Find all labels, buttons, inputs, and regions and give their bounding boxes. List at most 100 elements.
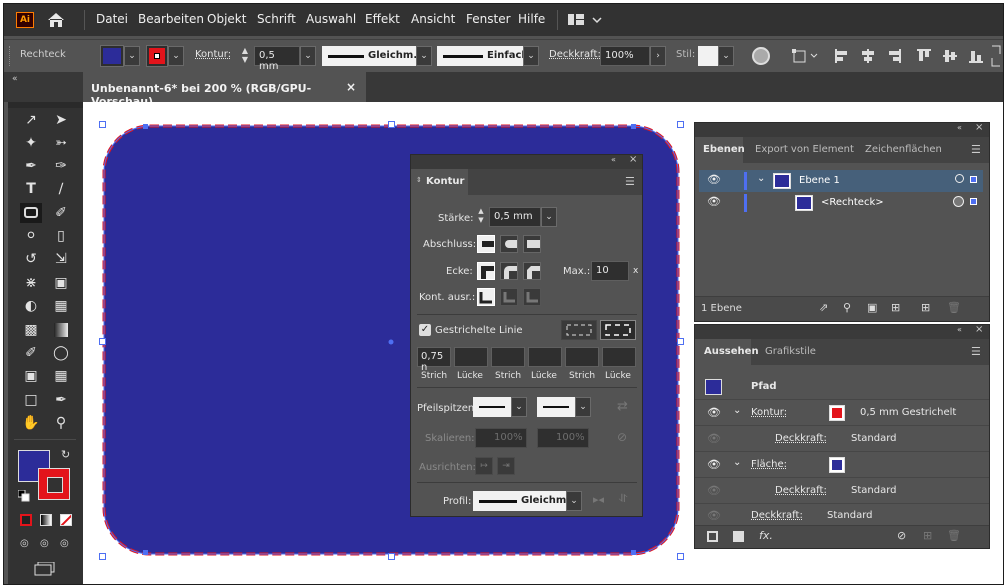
- menu-bearbeiten[interactable]: Bearbeiten: [138, 12, 204, 26]
- opacity-label[interactable]: Deckkraft:: [549, 49, 601, 60]
- fill-attribute-swatch[interactable]: [829, 457, 845, 473]
- tab-graphic-styles-label[interactable]: Grafikstile: [765, 346, 816, 357]
- corner-widget[interactable]: [143, 550, 148, 555]
- align-left-icon[interactable]: [834, 48, 850, 64]
- artboard-tool-icon[interactable]: □: [20, 390, 42, 410]
- menu-fenster[interactable]: Fenster: [466, 12, 511, 26]
- weight-stepper-icon[interactable]: ▲ ▼: [475, 207, 487, 227]
- close-panel-icon[interactable]: ×: [975, 324, 983, 335]
- selection-indicator[interactable]: [970, 198, 977, 205]
- pen-tool-icon[interactable]: ✒: [20, 156, 42, 176]
- miter-limit-field[interactable]: 10: [591, 261, 629, 281]
- arrowhead-start-dropdown[interactable]: ⌄: [511, 397, 527, 417]
- eyedropper-tool-icon[interactable]: ✐: [20, 343, 42, 363]
- dash-exact-icon[interactable]: [561, 320, 597, 340]
- collapse-toolbar-icon[interactable]: «: [12, 74, 18, 84]
- recolor-icon[interactable]: [752, 47, 770, 65]
- selection-indicator[interactable]: [970, 176, 977, 183]
- visibility-eye-icon[interactable]: 👁: [707, 195, 721, 208]
- stroke-attribute-value[interactable]: 0,5 mm Gestrichelt: [860, 407, 956, 418]
- add-stroke-icon[interactable]: [707, 531, 718, 542]
- gap-3-field[interactable]: [602, 347, 636, 367]
- expand-chevron-icon[interactable]: ⌄: [733, 405, 741, 416]
- menu-effekt[interactable]: Effekt: [365, 12, 400, 26]
- document-tab[interactable]: Unbenannt-6* bei 200 % (RGB/GPU-Vorschau…: [83, 72, 366, 108]
- bbox-handle-tc[interactable]: [388, 121, 395, 128]
- expand-chevron-icon[interactable]: ⌄: [733, 457, 741, 468]
- selection-tool-icon[interactable]: ↗: [20, 110, 42, 130]
- tab-export-label[interactable]: Export von Element: [755, 144, 854, 155]
- align-center-icon[interactable]: [477, 288, 495, 306]
- layer-row[interactable]: 👁 ⌄ Ebene 1: [699, 170, 983, 192]
- target-filled-icon[interactable]: [953, 196, 964, 207]
- align-inside-icon[interactable]: [500, 288, 518, 306]
- stroke-opacity-row[interactable]: 👁 Deckkraft: Standard: [695, 427, 989, 452]
- bbox-handle-tr[interactable]: [677, 121, 684, 128]
- stroke-dropdown[interactable]: ⌄: [168, 46, 184, 66]
- arrow-tip-at-end-icon[interactable]: ⇥: [497, 457, 515, 475]
- curvature-tool-icon[interactable]: ✑: [50, 156, 72, 176]
- style-dropdown[interactable]: ⌄: [718, 46, 734, 66]
- menu-datei[interactable]: Datei: [96, 12, 128, 26]
- dash-2-field[interactable]: [491, 347, 525, 367]
- bevel-join-icon[interactable]: [523, 262, 541, 280]
- fill-dropdown[interactable]: ⌄: [124, 46, 140, 66]
- dash-1-field[interactable]: 0,75 n: [417, 347, 451, 373]
- workspace-switcher-icon[interactable]: [567, 12, 603, 28]
- profile-select[interactable]: Gleichm.: [322, 46, 417, 66]
- more-options-icon[interactable]: [990, 44, 1002, 68]
- tab-ebenen[interactable]: Ebenen: [695, 137, 745, 163]
- weight-dropdown[interactable]: ⌄: [300, 46, 316, 66]
- eraser-tool-icon[interactable]: ▯: [50, 226, 72, 246]
- miter-join-icon[interactable]: [477, 262, 495, 280]
- align-outside-icon[interactable]: [523, 288, 541, 306]
- visibility-eye-icon[interactable]: 👁: [707, 484, 721, 497]
- round-cap-icon[interactable]: [500, 235, 518, 253]
- new-layer-icon[interactable]: ⊞: [921, 301, 930, 314]
- shape-builder-tool-icon[interactable]: ◐: [20, 296, 42, 316]
- draw-normal-icon[interactable]: ◎: [20, 538, 29, 549]
- close-tab-icon[interactable]: ×: [346, 80, 356, 94]
- dash-align-corners-icon[interactable]: [600, 320, 636, 340]
- align-hcenter-icon[interactable]: [860, 48, 876, 64]
- bbox-handle-bl[interactable]: [99, 553, 106, 560]
- perspective-grid-tool-icon[interactable]: ▦: [50, 296, 72, 316]
- visibility-eye-icon[interactable]: 👁: [707, 509, 721, 522]
- magic-wand-tool-icon[interactable]: ✦: [20, 133, 42, 153]
- default-colors-icon[interactable]: [17, 489, 30, 502]
- clipping-mask-icon[interactable]: ▣: [867, 301, 877, 314]
- shaper-tool-icon[interactable]: ⚪: [20, 226, 42, 246]
- fill-swatch-button[interactable]: [100, 45, 124, 67]
- align-right-icon[interactable]: [886, 48, 902, 64]
- screen-mode-icon[interactable]: [34, 561, 56, 576]
- fill-opacity-row[interactable]: 👁 Deckkraft: Standard: [695, 479, 989, 504]
- brush-select[interactable]: Einfach: [437, 46, 529, 66]
- collapse-panel-icon[interactable]: «: [611, 155, 616, 164]
- clear-appearance-icon[interactable]: ⊘: [897, 529, 906, 542]
- hand-tool-icon[interactable]: ✋: [20, 413, 42, 433]
- kontur-label[interactable]: Kontur:: [195, 49, 231, 60]
- expand-chevron-icon[interactable]: ⌄: [757, 173, 765, 184]
- close-panel-icon[interactable]: ×: [629, 154, 637, 165]
- dashed-line-checkbox[interactable]: ✓: [419, 324, 431, 336]
- gap-1-field[interactable]: [454, 347, 488, 367]
- panel-menu-icon[interactable]: ☰: [971, 345, 981, 358]
- sublayer-row[interactable]: 👁 <Rechteck>: [699, 192, 983, 214]
- global-opacity-label[interactable]: Deckkraft:: [751, 510, 803, 521]
- menu-hilfe[interactable]: Hilfe: [518, 12, 545, 26]
- scale-start-field[interactable]: 100%: [475, 428, 527, 448]
- weight-stepper-icon[interactable]: ▲ ▼: [239, 46, 251, 66]
- align-vcenter-icon[interactable]: [942, 48, 958, 64]
- arrowhead-end-dropdown[interactable]: ⌄: [575, 397, 591, 417]
- paintbrush-tool-icon[interactable]: ✐: [50, 203, 72, 223]
- line-tool-icon[interactable]: ∕: [50, 179, 72, 199]
- corner-widget[interactable]: [631, 124, 636, 129]
- dash-3-field[interactable]: [565, 347, 599, 367]
- flip-horizontal-icon[interactable]: ▸◂: [593, 493, 604, 506]
- close-panel-icon[interactable]: ×: [975, 122, 983, 133]
- butt-cap-icon[interactable]: [477, 235, 495, 253]
- collapse-panel-icon[interactable]: «: [957, 325, 962, 334]
- scale-tool-icon[interactable]: ⇲: [50, 249, 72, 269]
- menu-auswahl[interactable]: Auswahl: [306, 12, 356, 26]
- draw-inside-icon[interactable]: ◎: [60, 538, 69, 549]
